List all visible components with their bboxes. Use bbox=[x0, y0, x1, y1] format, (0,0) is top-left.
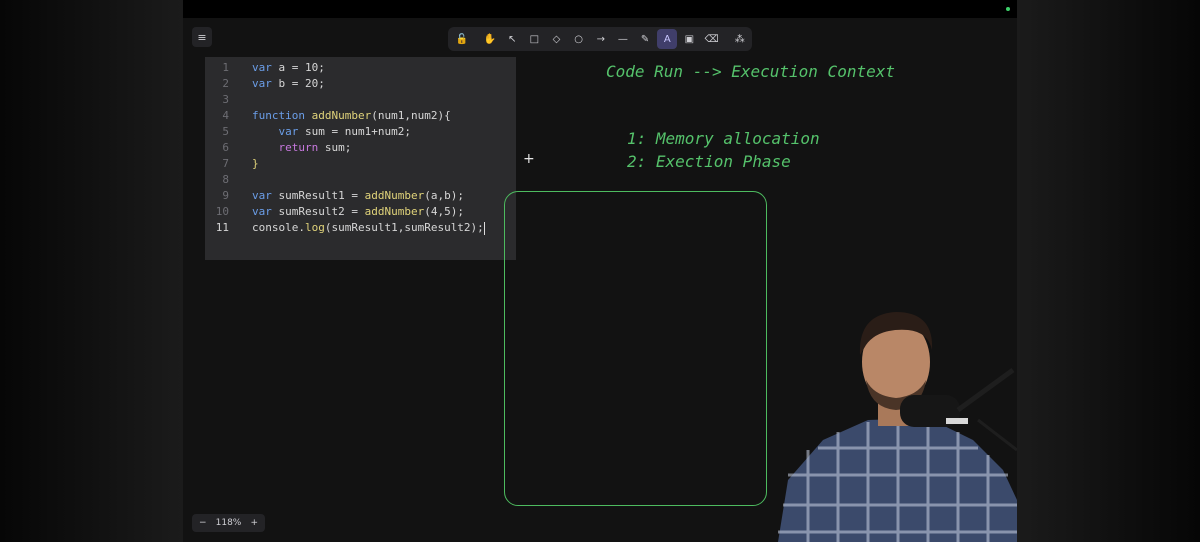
select-tool[interactable]: ↖ bbox=[502, 29, 522, 49]
drawing-toolbar: 🔓 ✋ ↖ □ ◇ ○ → — ✎ A ▣ ⌫ ⁂ bbox=[448, 27, 752, 51]
arrow-icon: → bbox=[596, 33, 605, 45]
zoom-level[interactable]: 118% bbox=[216, 518, 242, 528]
code-line: 2 var b = 20; bbox=[222, 77, 325, 90]
code-line: 1 var a = 10; bbox=[222, 61, 325, 74]
hand-tool[interactable]: ✋ bbox=[480, 29, 500, 49]
rectangle-tool[interactable]: □ bbox=[524, 29, 544, 49]
ellipse-icon: ○ bbox=[574, 33, 583, 45]
left-backdrop bbox=[0, 0, 183, 542]
code-snippet[interactable]: 1 var a = 10; 2 var b = 20; 3 4 function ad… bbox=[205, 57, 516, 260]
zoom-in-button[interactable]: + bbox=[250, 518, 258, 528]
text-caret bbox=[483, 221, 485, 235]
pencil-icon: ✎ bbox=[640, 33, 650, 45]
whiteboard-screen: ≡ 🔓 ✋ ↖ □ ◇ ○ → — ✎ A ▣ ⌫ ⁂ 1 var a = 10;… bbox=[183, 0, 1017, 542]
code-line: 10 var sumResult2 = addNumber(4,5); bbox=[215, 205, 464, 218]
eraser-tool[interactable]: ⌫ bbox=[702, 29, 722, 49]
code-line: 9 var sumResult1 = addNumber(a,b); bbox=[222, 189, 464, 202]
window-topbar bbox=[183, 0, 1017, 18]
code-line: 11 console.log(sumResult1,sumResult2); bbox=[215, 221, 485, 235]
recording-indicator bbox=[1006, 7, 1010, 11]
code-line: 5 var sum = num1+num2; bbox=[222, 125, 411, 138]
zoom-control: − 118% + bbox=[192, 514, 265, 532]
hand-icon: ✋ bbox=[483, 33, 497, 45]
code-line: 6 return sum; bbox=[222, 141, 352, 154]
hamburger-icon: ≡ bbox=[197, 30, 207, 44]
code-line: 3 bbox=[222, 93, 229, 106]
shapes-library-icon: ⁂ bbox=[734, 33, 745, 45]
draw-tool[interactable]: ✎ bbox=[635, 29, 655, 49]
ellipse-tool[interactable]: ○ bbox=[569, 29, 589, 49]
code-line: 4 function addNumber(num1,num2){ bbox=[222, 109, 451, 122]
code-line: 8 bbox=[222, 173, 229, 186]
presenter-webcam-image bbox=[778, 312, 1017, 542]
code-line: 7} bbox=[222, 157, 259, 170]
image-icon: ▣ bbox=[684, 33, 695, 45]
eraser-icon: ⌫ bbox=[704, 33, 719, 45]
canvas-step-2[interactable]: 2: Exection Phase bbox=[627, 152, 791, 171]
canvas-step-1[interactable]: 1: Memory allocation bbox=[627, 129, 820, 148]
execution-context-box[interactable] bbox=[504, 191, 767, 506]
zoom-out-button[interactable]: − bbox=[199, 518, 207, 528]
lock-tool[interactable]: 🔓 bbox=[452, 29, 472, 49]
arrow-tool[interactable]: → bbox=[591, 29, 611, 49]
diamond-icon: ◇ bbox=[552, 33, 561, 45]
right-backdrop bbox=[1017, 0, 1200, 542]
line-tool[interactable]: — bbox=[613, 29, 633, 49]
crosshair-cursor-icon: + bbox=[523, 151, 535, 167]
pointer-icon: ↖ bbox=[507, 33, 517, 45]
canvas-heading[interactable]: Code Run --> Execution Context bbox=[606, 62, 895, 81]
lock-icon: 🔓 bbox=[455, 33, 469, 45]
rectangle-icon: □ bbox=[529, 33, 540, 45]
line-icon: — bbox=[617, 33, 628, 45]
image-tool[interactable]: ▣ bbox=[680, 29, 700, 49]
main-menu-button[interactable]: ≡ bbox=[192, 27, 212, 47]
text-tool[interactable]: A bbox=[657, 29, 678, 49]
text-icon: A bbox=[663, 33, 671, 45]
diamond-tool[interactable]: ◇ bbox=[547, 29, 567, 49]
library-tool[interactable]: ⁂ bbox=[730, 29, 750, 49]
